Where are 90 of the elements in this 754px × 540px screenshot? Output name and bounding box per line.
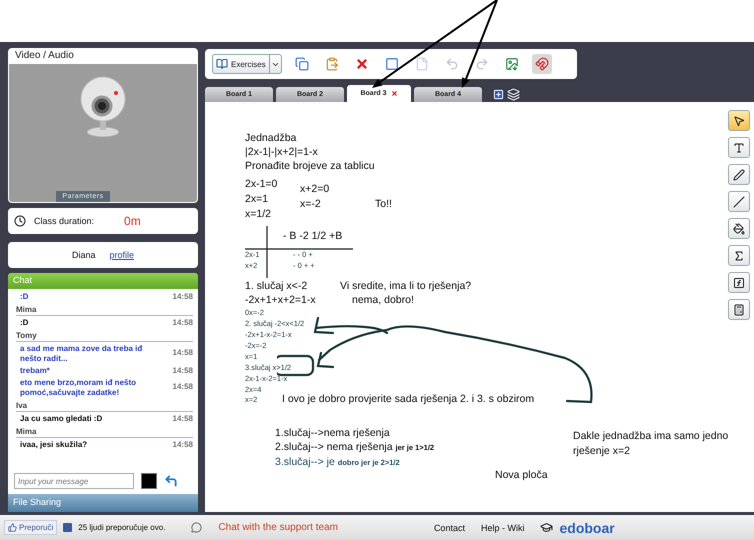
redo-icon [474,57,489,71]
chat-author: Mima [16,303,193,316]
windows-icon[interactable] [507,88,520,101]
close-icon[interactable] [390,90,398,97]
clock-icon [14,215,26,227]
chat-time: 14:58 [172,292,193,302]
footer-link[interactable]: Help - Wiki [480,522,524,532]
page-icon [414,57,429,71]
chat-bubble-icon [191,522,202,533]
board-text: 1. slučaj x<-2 [245,280,308,292]
board-text: |2x-1|-|x+2|=1-x [245,146,318,158]
chat-time: 14:58 [172,318,193,328]
support-link[interactable]: Chat with the support team [218,522,338,533]
user-name: Diana [72,250,96,260]
thumbs-up-icon [8,523,17,532]
sigma-icon [733,250,745,262]
like-button[interactable]: Preporuči [4,520,58,535]
chat-author: Mima [16,425,193,438]
board-text: Pronađite brojeve za tablicu [245,160,375,172]
board-text: I ovo je dobro provjerite sada rješenja 2. i 3. s obzirom [282,393,534,406]
chat-author: Tomy [16,329,193,342]
board-text: nema, dobro! [352,294,414,306]
exercises-dropdown[interactable]: Exercises [212,54,282,74]
chat-message: trebam* [20,366,50,376]
book-icon [216,58,228,70]
color-swatch[interactable] [141,473,157,489]
board-text: x+2=0 [300,183,330,196]
text-tool[interactable] [728,137,750,158]
board-text: - B -2 1/2 +B [283,230,342,242]
chat-time: 14:58 [172,440,193,450]
graduation-cap-icon [540,521,554,534]
board-text: x=1/2 [245,208,271,220]
profile-link[interactable]: profile [110,250,134,260]
chat-message: eto mene brzo,moram iđ nešto pomoć,sačuvajte zadatke! [20,378,138,398]
webcam-icon [80,76,126,138]
board-text: Vi sredite, ima li to rješenja? [340,280,472,292]
chat-message: :D [20,318,28,328]
sigma-tool[interactable] [728,245,750,266]
image-export-icon [504,57,519,71]
calculator-tool[interactable] [728,299,750,320]
chat-time: 14:58 [172,382,193,392]
line-icon [733,196,745,208]
pointer-tool[interactable] [728,110,750,131]
facebook-icon [63,523,72,532]
magnet-button[interactable] [532,54,552,74]
undo-icon [444,57,459,71]
chat-author: Iva [16,399,193,412]
board-text: To!! [375,198,392,210]
board-text: x=-2 [300,198,321,210]
delete-icon [354,57,369,71]
logo: edoboar [559,520,615,536]
board-text: rješenje x=2 [573,445,630,458]
pen-icon [733,168,745,180]
line-tool[interactable] [728,191,750,212]
board-text: Dakle jednadžba ima samo jedno [573,430,728,442]
calculator-icon [733,304,745,316]
chat-time: 14:58 [172,366,193,376]
function-icon [733,276,745,288]
class-duration-label: Class duration: [34,216,94,226]
likes-text: 25 ljudi preporučuje ovo. [78,523,166,532]
chat-time: 14:58 [172,414,193,424]
chat-message: a sad me mama zove da treba iđ nešto radit... [20,344,144,364]
function-tool[interactable] [728,272,750,293]
paint-bucket-icon [733,222,745,234]
message-input[interactable]: Input your message [14,473,134,489]
board-text: Jednadžba [245,132,296,144]
add-icon[interactable] [493,89,504,100]
text-icon [733,142,745,154]
board-text: -2x+1+x+2=1-x [245,294,316,306]
board-text: Nova ploča [495,469,548,482]
send-icon[interactable] [164,474,178,488]
board-text: 2x-1=0 [245,178,278,190]
footer-link[interactable]: Contact [434,522,465,532]
chat-header: Chat [8,273,198,289]
paint-bucket-tool[interactable] [728,218,750,239]
whiteboard[interactable] [205,102,754,512]
magnet-icon [534,57,549,71]
paste-icon [324,57,339,71]
pointer-icon [733,114,745,126]
chat-message: Ja cu samo gledati :D [20,414,102,424]
chat-message: ivaa, jesi skužila? [20,440,88,450]
copy-icon [294,57,309,71]
panel-title: Video / Audio [9,49,197,64]
board-text: 1.slučaj-->nema rješenja [275,427,390,440]
rectangle-icon [384,57,399,71]
class-duration-value: 0m [124,214,141,228]
chat-message: :D [20,292,28,302]
chat-time: 14:58 [172,348,193,358]
pen-tool[interactable] [728,164,750,185]
board-text: 2x=1 [245,193,268,206]
